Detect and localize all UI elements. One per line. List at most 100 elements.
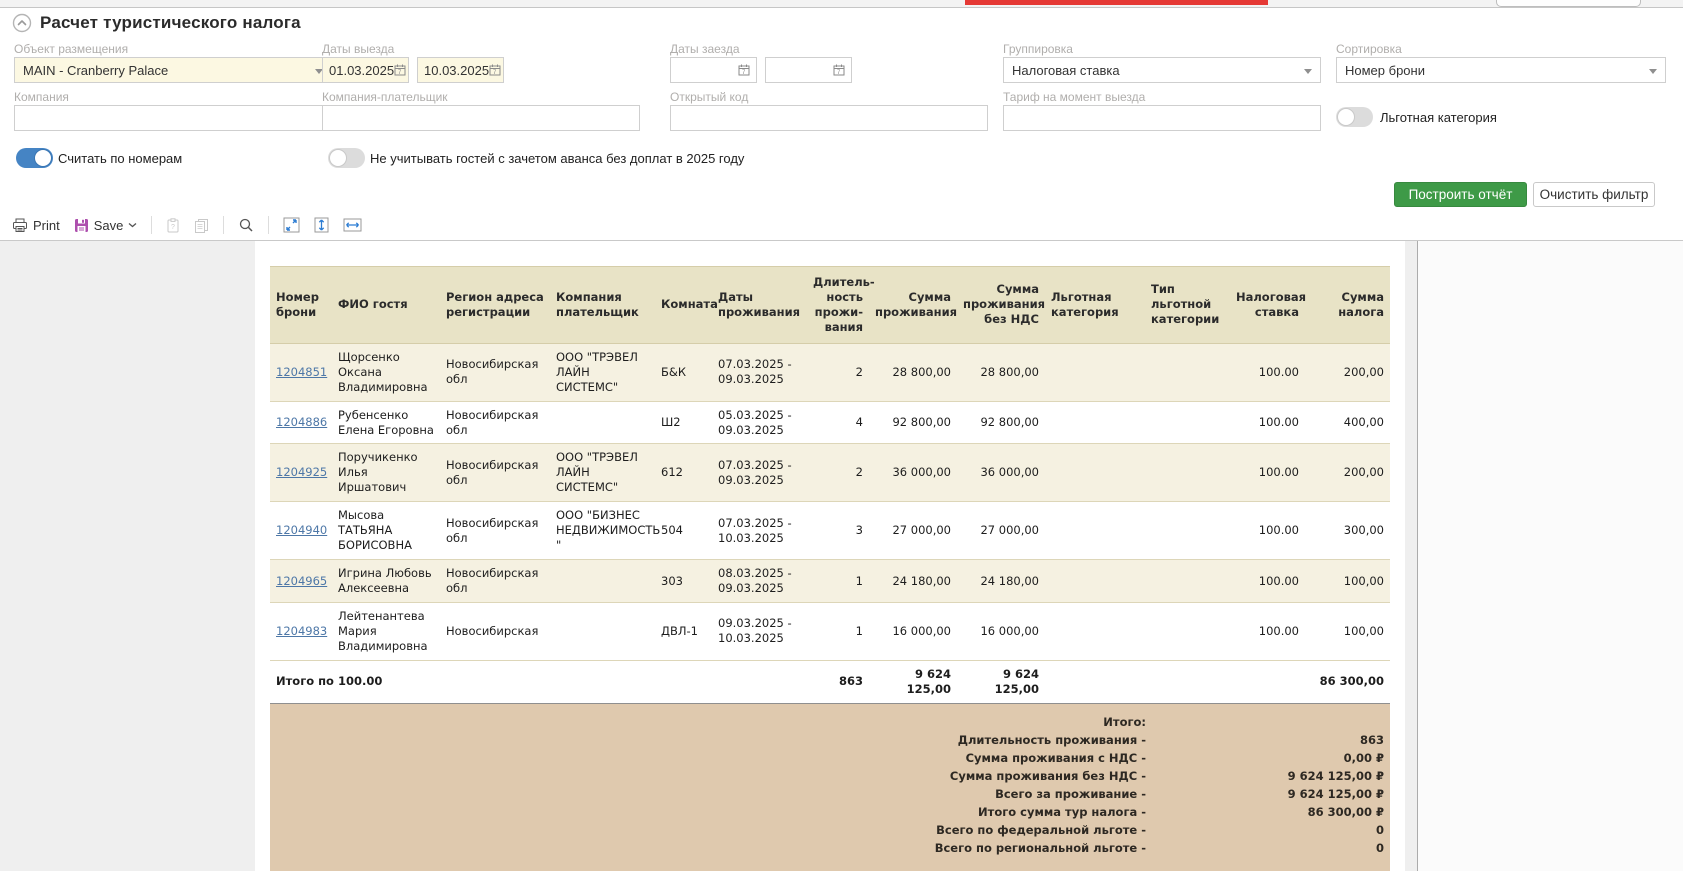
tariff-input[interactable] xyxy=(1003,105,1321,131)
cell-payer: ООО "ТРЭВЕЛ ЛАЙН СИСТЕМС" xyxy=(550,343,655,401)
sorting-select[interactable]: Номер брони xyxy=(1336,57,1666,83)
clear-filter-button[interactable]: Очистить фильтр xyxy=(1533,182,1655,207)
print-button[interactable]: Print xyxy=(8,216,64,235)
table-row: 1204851 Щорсенко Оксана Владимировна Нов… xyxy=(270,343,1390,401)
cell-room: 504 xyxy=(655,502,712,560)
cell-benefit xyxy=(1045,560,1145,603)
build-report-button[interactable]: Построить отчёт xyxy=(1394,182,1527,207)
arrive-dates-label: Даты заезда xyxy=(670,42,740,56)
cell-sum: 16 000,00 xyxy=(869,602,957,660)
cell-booking: 1204925 xyxy=(270,444,332,502)
cell-benefit-type xyxy=(1145,401,1230,444)
booking-link[interactable]: 1204983 xyxy=(276,624,327,638)
right-panel xyxy=(1417,241,1683,871)
collapse-panel-icon[interactable] xyxy=(12,13,32,33)
booking-link[interactable]: 1204940 xyxy=(276,523,327,537)
open-code-input[interactable] xyxy=(670,105,988,131)
totals-value: 863 xyxy=(1146,731,1384,749)
cell-region: Новосибирская обл xyxy=(440,343,550,401)
zoom-page-button[interactable] xyxy=(279,215,304,235)
copy-icon xyxy=(194,218,209,233)
cell-region: Новосибирская обл xyxy=(440,560,550,603)
totals-value: 9 624 125,00 ₽ xyxy=(1146,767,1384,785)
cell-booking: 1204983 xyxy=(270,602,332,660)
payer-input[interactable] xyxy=(322,105,640,131)
chevron-down-icon xyxy=(128,222,137,228)
paste-button[interactable]: ? xyxy=(162,216,184,235)
col-duration: Длитель-ность прожи-вания xyxy=(807,267,869,344)
cell-rate: 100.00 xyxy=(1230,401,1305,444)
arrive-to-input[interactable]: 7 xyxy=(765,57,852,83)
col-sum: Сумма проживания xyxy=(869,267,957,344)
col-tax: Сумма налога xyxy=(1305,267,1390,344)
col-booking: Номер брони xyxy=(270,267,332,344)
cell-guest: Мысова ТАТЬЯНА БОРИСОВНА xyxy=(332,502,440,560)
cell-benefit xyxy=(1045,444,1145,502)
cell-guest: Щорсенко Оксана Владимировна xyxy=(332,343,440,401)
cell-tax: 200,00 xyxy=(1305,444,1390,502)
floppy-icon xyxy=(74,218,89,233)
table-row: 1204940 Мысова ТАТЬЯНА БОРИСОВНА Новосиб… xyxy=(270,502,1390,560)
printer-icon xyxy=(12,218,28,233)
cell-tax: 100,00 xyxy=(1305,560,1390,603)
object-select[interactable]: MAIN - Cranberry Palace xyxy=(14,57,332,83)
calendar-icon[interactable]: 7 xyxy=(833,64,845,76)
col-dates: Даты проживания xyxy=(712,267,807,344)
table-row: 1204886 Рубенсенко Елена Егоровна Новоси… xyxy=(270,401,1390,444)
save-button[interactable]: Save xyxy=(70,216,142,235)
cell-duration: 1 xyxy=(807,560,869,603)
col-sum-no-vat: Сумма проживания без НДС xyxy=(957,267,1045,344)
benefit-category-toggle-label: Льготная категория xyxy=(1380,110,1497,125)
benefit-category-toggle[interactable] xyxy=(1336,107,1373,127)
company-input[interactable] xyxy=(14,105,332,131)
booking-link[interactable]: 1204886 xyxy=(276,415,327,429)
subtotal-sum: 9 624 125,00 xyxy=(869,660,957,703)
calendar-icon[interactable]: 7 xyxy=(394,64,406,76)
cell-guest: Игрина Любовь Алексеевна xyxy=(332,560,440,603)
depart-to-input[interactable]: 10.03.2025 7 xyxy=(417,57,504,83)
top-scrollbar-thumb[interactable] xyxy=(1496,0,1641,7)
calendar-icon[interactable]: 7 xyxy=(489,64,501,76)
cell-benefit-type xyxy=(1145,343,1230,401)
cell-rate: 100.00 xyxy=(1230,502,1305,560)
table-header-row: Номер брони ФИО гостя Регион адреса реги… xyxy=(270,267,1390,344)
booking-link[interactable]: 1204925 xyxy=(276,465,327,479)
cell-room: ДВЛ-1 xyxy=(655,602,712,660)
totals-value: 0 xyxy=(1146,839,1384,857)
loading-bar xyxy=(965,0,1268,5)
page-title: Расчет туристического налога xyxy=(40,13,301,33)
search-button[interactable] xyxy=(234,215,258,235)
fit-width-button[interactable] xyxy=(339,216,366,234)
toolbar-separator xyxy=(268,216,269,234)
cell-sum: 36 000,00 xyxy=(869,444,957,502)
grouping-label: Группировка xyxy=(1003,42,1073,56)
payer-label: Компания-плательщик xyxy=(322,90,448,104)
open-code-label: Открытый код xyxy=(670,90,748,104)
calendar-icon[interactable]: 7 xyxy=(738,64,750,76)
count-by-rooms-toggle[interactable] xyxy=(16,148,53,168)
cell-booking: 1204851 xyxy=(270,343,332,401)
report-page: Номер брони ФИО гостя Регион адреса реги… xyxy=(255,241,1405,871)
grouping-select[interactable]: Налоговая ставка xyxy=(1003,57,1321,83)
depart-from-input[interactable]: 01.03.2025 7 xyxy=(322,57,409,83)
cell-room: Ш2 xyxy=(655,401,712,444)
arrive-from-input[interactable]: 7 xyxy=(670,57,757,83)
exclude-advance-toggle[interactable] xyxy=(328,148,365,168)
booking-link[interactable]: 1204851 xyxy=(276,365,327,379)
booking-link[interactable]: 1204965 xyxy=(276,574,327,588)
cell-sum-no-vat: 27 000,00 xyxy=(957,502,1045,560)
fit-height-button[interactable] xyxy=(310,215,333,235)
subtotal-label: Итого по 100.00 xyxy=(270,660,807,703)
report-table: Номер брони ФИО гостя Регион адреса реги… xyxy=(270,266,1390,704)
svg-text:?: ? xyxy=(171,224,175,231)
cell-room: Б&К xyxy=(655,343,712,401)
copy-button[interactable] xyxy=(190,216,213,235)
subtotal-sum-no-vat: 9 624 125,00 xyxy=(957,660,1045,703)
cell-sum-no-vat: 92 800,00 xyxy=(957,401,1045,444)
col-benefit: Льготная категория xyxy=(1045,267,1145,344)
toolbar-separator xyxy=(223,216,224,234)
expand-icon xyxy=(283,217,300,233)
cell-benefit-type xyxy=(1145,502,1230,560)
object-label: Объект размещения xyxy=(14,42,128,56)
cell-tax: 400,00 xyxy=(1305,401,1390,444)
